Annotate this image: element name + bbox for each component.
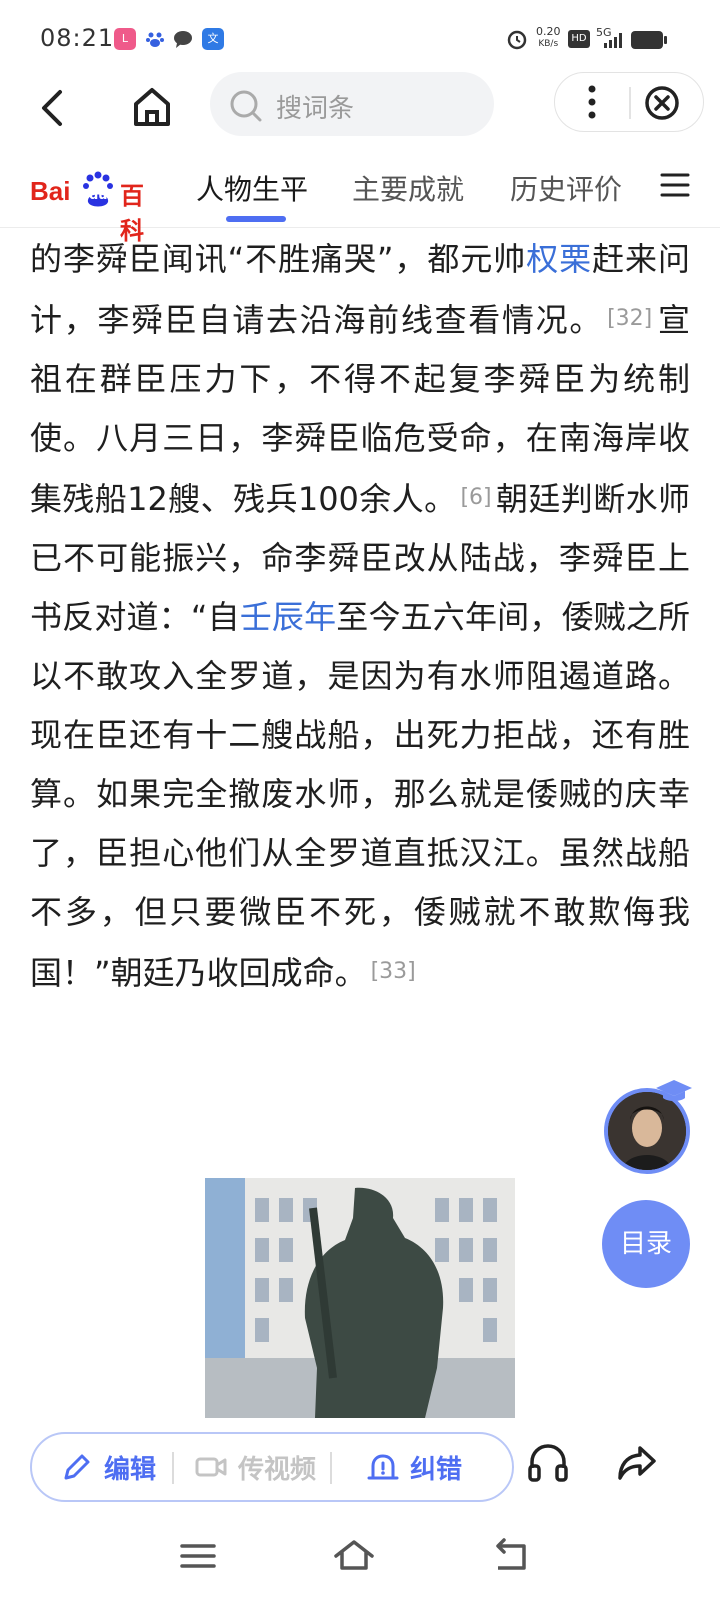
edit-button[interactable]: 编辑: [60, 1434, 156, 1500]
edit-label: 编辑: [104, 1454, 157, 1485]
chat-icon: [172, 28, 194, 50]
tab-evaluation[interactable]: 历史评价: [510, 168, 622, 208]
link-renchen-year[interactable]: 壬辰年: [240, 598, 337, 636]
system-home-icon: [334, 1540, 374, 1570]
citation-ref[interactable]: [33]: [371, 959, 416, 984]
video-label: 传视频: [238, 1454, 317, 1485]
alarm-icon: [506, 28, 528, 54]
article-text: 至今五六年间，倭贼之所以不敢攻入全罗道，是因为有水师阻遏道路。现在臣还有十二艘战…: [30, 598, 690, 992]
search-placeholder: 搜词条: [276, 94, 355, 124]
top-nav: 搜词条: [0, 66, 720, 136]
more-dots-icon: [588, 85, 596, 119]
search-input[interactable]: 搜词条: [210, 72, 494, 136]
close-circle-icon: [645, 86, 679, 120]
return-icon: [496, 1538, 526, 1570]
link-quan-li[interactable]: 权栗: [526, 240, 592, 278]
article-text: 的李舜臣闻讯“不胜痛哭”，都元帅: [30, 240, 527, 278]
share-button[interactable]: [610, 1434, 666, 1490]
back-arrow-icon: [42, 90, 62, 126]
citation-ref[interactable]: [32]: [607, 306, 652, 331]
active-tab-indicator: [226, 216, 286, 222]
toolbar-divider: [172, 1452, 174, 1484]
report-error-button[interactable]: 纠错: [366, 1434, 462, 1500]
correct-label: 纠错: [410, 1454, 463, 1485]
logo-bai: Bai: [30, 176, 71, 206]
report-icon: [367, 1454, 399, 1480]
graduation-cap-icon: [654, 1078, 694, 1108]
more-button[interactable]: [567, 79, 617, 125]
mini-capsule: [554, 72, 704, 132]
statue-image: [205, 1178, 515, 1418]
citation-ref[interactable]: [6]: [460, 485, 491, 510]
action-pill: 编辑 传视频 纠错: [30, 1432, 514, 1502]
hd-badge: HD: [568, 30, 590, 48]
net-speed-value: 0.20: [536, 25, 561, 38]
capsule-divider: [629, 87, 631, 119]
baidu-paw-icon: [144, 28, 166, 50]
pencil-icon: [64, 1454, 90, 1480]
section-tabs: Bai du 百科 人物生平 主要成就 历史评价: [0, 152, 720, 245]
headphones-icon: [528, 1444, 568, 1482]
home-icon: [134, 88, 170, 126]
upload-video-button[interactable]: 传视频: [194, 1434, 316, 1500]
logo-du: du: [89, 188, 108, 203]
statue-photo[interactable]: [205, 1178, 515, 1418]
menu-lines-icon: [180, 1544, 216, 1568]
toc-button[interactable]: 目录: [602, 1200, 690, 1288]
home-button[interactable]: [124, 74, 180, 130]
recents-button[interactable]: [176, 1534, 220, 1578]
listen-button[interactable]: [520, 1434, 576, 1490]
net-speed: 0.20 KB/s: [536, 26, 561, 50]
signal-icon: [604, 32, 626, 52]
search-icon: [230, 90, 262, 122]
system-navigation-bar: [0, 1514, 720, 1600]
system-home-button[interactable]: [332, 1534, 376, 1578]
clock: 08:21: [40, 24, 115, 52]
video-camera-icon: [195, 1457, 227, 1477]
share-arrow-icon: [618, 1446, 656, 1480]
baidu-baike-logo[interactable]: Bai du 百科: [28, 166, 158, 245]
system-back-button[interactable]: [490, 1534, 534, 1578]
lofter-icon: L: [114, 28, 136, 50]
translate-icon: 文: [202, 28, 224, 50]
toolbar-divider: [330, 1452, 332, 1484]
close-button[interactable]: [639, 81, 685, 127]
article-body: 的李舜臣闻讯“不胜痛哭”，都元帅权栗赶来问计，李舜臣自请去沿海前线查看情况。 [3…: [30, 230, 690, 1003]
back-button[interactable]: [28, 74, 78, 130]
battery-icon: [630, 30, 668, 54]
net-speed-unit: KB/s: [538, 39, 559, 49]
bottom-toolbar: 编辑 传视频 纠错: [0, 1418, 720, 1514]
tab-biography[interactable]: 人物生平: [196, 168, 308, 208]
tab-achievements[interactable]: 主要成就: [352, 168, 464, 208]
catalog-menu-button[interactable]: [660, 170, 690, 200]
hamburger-icon: [660, 173, 690, 197]
